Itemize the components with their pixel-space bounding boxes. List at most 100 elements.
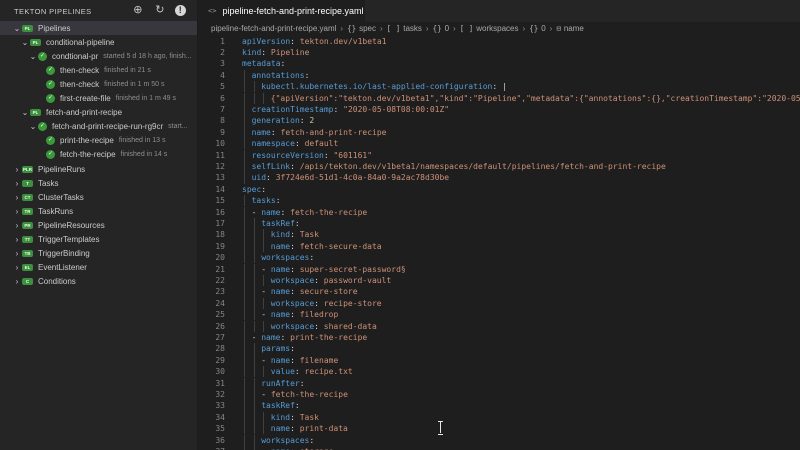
- yaml-colon: :: [280, 59, 286, 69]
- breadcrumb-item[interactable]: {} spec: [347, 24, 376, 33]
- line-number: 3: [220, 59, 225, 69]
- indent-guide: [263, 297, 265, 310]
- code-text: - name: storage: [261, 446, 333, 450]
- tree-item[interactable]: ✓ first-create-file finished in 1 m 49 s: [0, 92, 197, 106]
- chevron-right-icon[interactable]: ›: [12, 263, 22, 272]
- tree-item-label: then-check: [60, 65, 100, 75]
- tree-item[interactable]: ✓ then-check finished in 1 m 50 s: [0, 77, 197, 91]
- indent-guide: [253, 81, 255, 93]
- line-number: 19: [215, 241, 225, 251]
- indent-guide: [244, 206, 245, 218]
- yaml-key: tasks: [251, 196, 276, 206]
- tree-item[interactable]: ⌄ ✓ fetch-and-print-recipe-run-rg9cr start.…: [0, 120, 197, 134]
- yaml-colon: :: [294, 139, 305, 149]
- indent-guide: [244, 320, 245, 332]
- tree-item[interactable]: ⌄ PL Pipelines: [0, 21, 197, 35]
- indent-guide: [253, 92, 255, 104]
- yaml-value: recipe.txt: [304, 367, 353, 377]
- breadcrumb-item[interactable]: [ ] workspaces: [460, 24, 519, 33]
- tree-item[interactable]: › T Tasks: [0, 176, 197, 190]
- indent-guide: [244, 331, 245, 344]
- line-number: 26: [215, 321, 225, 331]
- success-check-icon: ✓: [46, 136, 55, 146]
- tree-item[interactable]: › TB TriggerBinding: [0, 247, 197, 261]
- tree-item[interactable]: › TR TaskRuns: [0, 204, 197, 218]
- code-line: 15 tasks:: [198, 195, 800, 207]
- yaml-key: name: [270, 241, 291, 251]
- tree-item[interactable]: ✓ print-the-recipe finished in 13 s: [0, 134, 197, 148]
- tree-item[interactable]: › CT ClusterTasks: [0, 190, 197, 204]
- breadcrumb-item[interactable]: [ ] tasks: [387, 24, 422, 33]
- breadcrumb-item[interactable]: pipeline-fetch-and-print-recipe.yaml: [211, 24, 336, 33]
- tree-item[interactable]: › PLR PipelineRuns: [0, 162, 197, 176]
- tree-item[interactable]: › PR PipelineResources: [0, 218, 197, 232]
- tree-item[interactable]: › C Conditions: [0, 275, 197, 289]
- breadcrumb-item[interactable]: {} 0: [529, 24, 545, 33]
- refresh-icon[interactable]: ↻: [153, 3, 167, 17]
- code-line: 18 kind: Task: [198, 229, 800, 241]
- chevron-down-icon[interactable]: ⌄: [28, 52, 38, 61]
- yaml-list-dash: -: [251, 207, 262, 217]
- indent-guide: [263, 240, 265, 253]
- yaml-value: Task: [299, 412, 319, 422]
- chevron-right-icon[interactable]: ›: [12, 179, 22, 188]
- indent-guide: [263, 366, 265, 378]
- chevron-down-icon[interactable]: ⌄: [28, 122, 38, 131]
- line-number: 8: [220, 116, 225, 126]
- info-icon[interactable]: !: [175, 3, 189, 17]
- code-line: 10 namespace: default: [198, 138, 800, 150]
- yaml-colon: :: [309, 435, 315, 445]
- tree-item[interactable]: ⌄ ✓ condtional-pr started 5 d 18 h ago, fin…: [0, 49, 197, 63]
- breadcrumb-item[interactable]: ⊟ name: [556, 24, 584, 33]
- chevron-right-icon: ›: [425, 24, 429, 33]
- add-trigger-icon[interactable]: ⊕: [131, 3, 145, 17]
- code-line: 23 - name: secure-store: [198, 286, 800, 298]
- code-line: 21 - name: super-secret-password§: [198, 263, 800, 275]
- tree-item[interactable]: › TT TriggerTemplates: [0, 233, 197, 247]
- success-check-icon: ✓: [38, 122, 47, 132]
- chevron-right-icon[interactable]: ›: [12, 193, 22, 202]
- breadcrumb-item[interactable]: {} 0: [433, 24, 449, 33]
- code-text: annotations:: [252, 70, 310, 81]
- yaml-key: apiVersion: [242, 36, 291, 46]
- chevron-right-icon[interactable]: ›: [12, 235, 22, 244]
- chevron-down-icon[interactable]: ⌄: [20, 108, 30, 117]
- tree-item[interactable]: ✓ fetch-the-recipe finished in 14 s: [0, 148, 197, 162]
- line-number: 4: [220, 70, 225, 80]
- code-editor[interactable]: 1 apiVersion: tekton.dev/v1beta1 2 kind: Pi…: [198, 35, 800, 450]
- breadcrumb-label: 0: [444, 24, 450, 33]
- chevron-right-icon[interactable]: ›: [12, 207, 22, 216]
- yaml-file-icon: <>: [208, 7, 217, 15]
- yaml-key: name: [270, 287, 291, 297]
- chevron-right-icon[interactable]: ›: [12, 165, 22, 174]
- line-number: 2: [220, 47, 225, 57]
- yaml-value: fetch-the-recipe: [270, 389, 348, 399]
- code-line: 37 - name: storage: [198, 445, 800, 450]
- tab-pipeline-yaml[interactable]: <> pipeline-fetch-and-print-recipe.yaml: [198, 0, 365, 22]
- indent-guide: [253, 229, 255, 241]
- yaml-value: fetch-the-recipe: [290, 207, 368, 217]
- indent-guide: [253, 423, 255, 435]
- tree-item[interactable]: ⌄ PL conditional-pipeline: [0, 35, 197, 49]
- tree-item[interactable]: ✓ then-check finished in 21 s: [0, 63, 197, 77]
- indent-guide: [244, 445, 245, 450]
- chevron-right-icon[interactable]: ›: [12, 277, 22, 286]
- yaml-key: taskRef: [261, 401, 295, 411]
- indent-guide: [253, 286, 255, 298]
- chevron-right-icon: ›: [549, 24, 553, 33]
- chevron-down-icon[interactable]: ⌄: [12, 24, 22, 33]
- resource-type-icon: PLR: [22, 165, 33, 173]
- breadcrumb-label: 0: [541, 24, 546, 33]
- yaml-key: generation: [251, 116, 300, 126]
- resource-type-icon: EL: [22, 264, 33, 272]
- tree-item[interactable]: ⌄ PL fetch-and-print-recipe: [0, 106, 197, 120]
- yaml-value: secure-store: [299, 287, 358, 297]
- code-text: workspace: password-vault: [271, 275, 391, 286]
- chevron-down-icon[interactable]: ⌄: [20, 38, 30, 47]
- yaml-key: workspace: [270, 275, 315, 285]
- chevron-right-icon[interactable]: ›: [12, 249, 22, 258]
- chevron-right-icon[interactable]: ›: [12, 221, 22, 230]
- line-number: 16: [215, 207, 225, 217]
- tree-item[interactable]: › EL EventListener: [0, 261, 197, 275]
- tree-item-label: Conditions: [38, 277, 76, 287]
